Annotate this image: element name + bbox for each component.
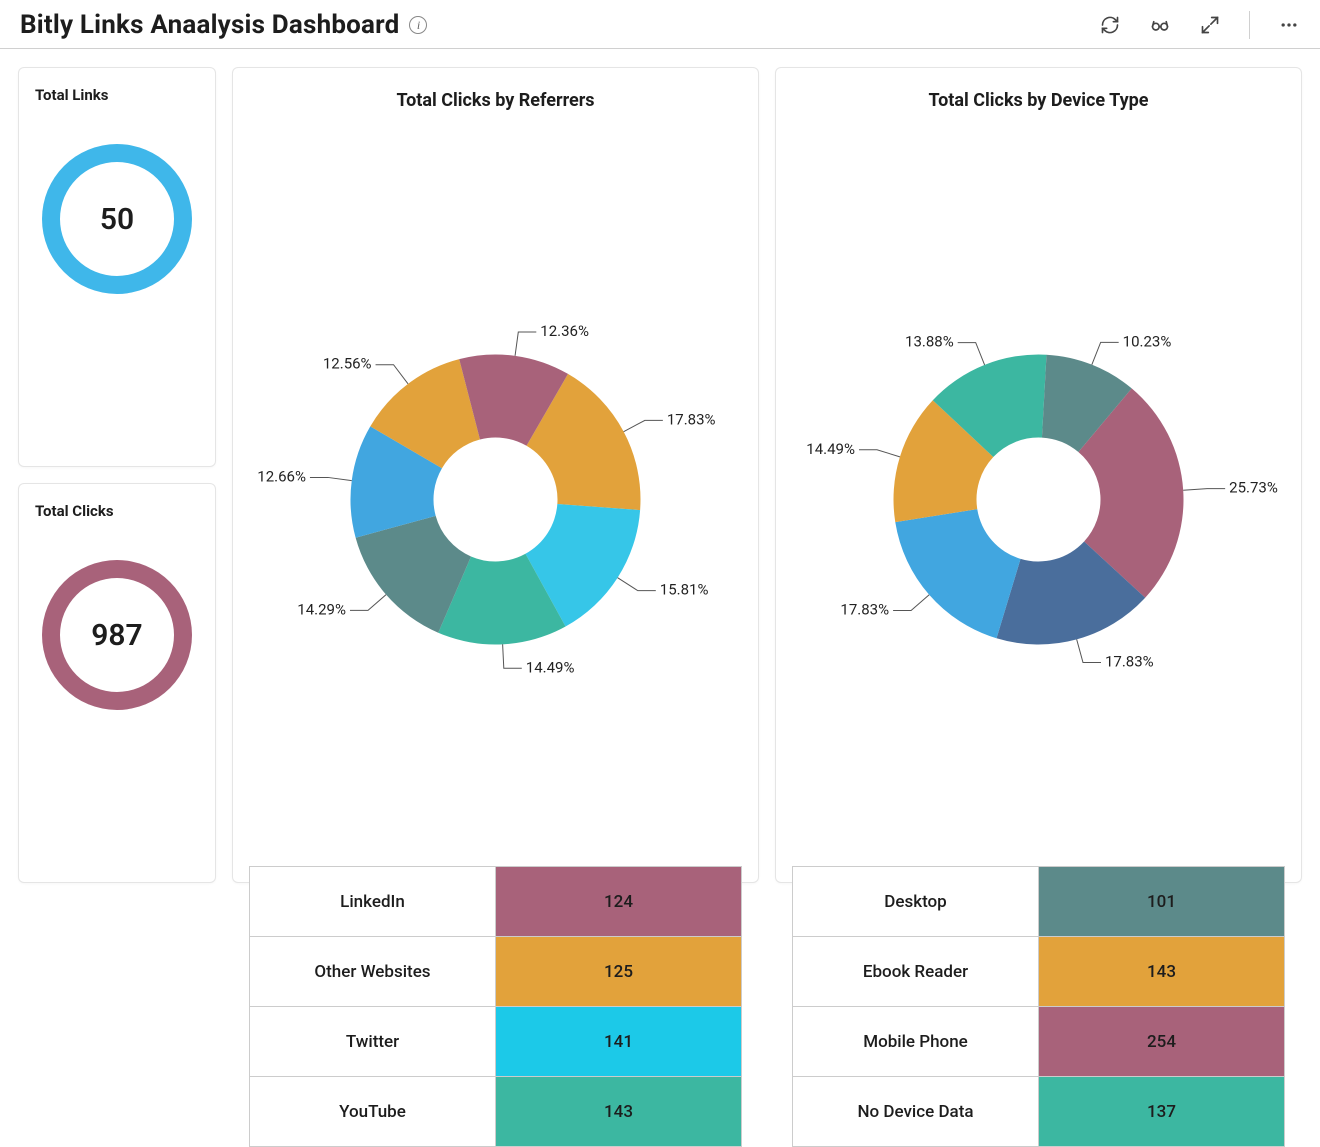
slice-label: 17.83% — [667, 410, 716, 428]
row-name: YouTube — [250, 1077, 496, 1147]
kpi-total-links[interactable]: Total Links 50 — [18, 67, 216, 467]
slice-label: 10.23% — [1123, 332, 1172, 350]
kpi-title: Total Clicks — [35, 502, 199, 520]
row-name: Twitter — [250, 1007, 496, 1077]
slice-label: 14.49% — [526, 658, 575, 676]
slice-label: 13.88% — [905, 333, 954, 351]
table-row[interactable]: Ebook Reader143 — [793, 937, 1285, 1007]
kpi-value: 50 — [100, 202, 134, 237]
row-value: 141 — [496, 1007, 742, 1077]
kpi-gauge-clicks: 987 — [42, 560, 192, 710]
more-icon[interactable] — [1278, 14, 1300, 36]
row-name: No Device Data — [793, 1077, 1039, 1147]
kpi-gauge-links: 50 — [42, 144, 192, 294]
chart-title: Total Clicks by Referrers — [249, 90, 742, 111]
slice-label: 17.83% — [1105, 653, 1154, 671]
table-row[interactable]: YouTube143 — [250, 1077, 742, 1147]
table-referrers: LinkedIn124Other Websites125Twitter141Yo… — [249, 866, 742, 1147]
glasses-icon[interactable] — [1149, 14, 1171, 36]
row-name: Other Websites — [250, 937, 496, 1007]
table-row[interactable]: No Device Data137 — [793, 1077, 1285, 1147]
row-value: 125 — [496, 937, 742, 1007]
chart-referrers[interactable]: Total Clicks by Referrers 17.83% 15.81% 14… — [232, 67, 759, 883]
page-title: Bitly Links Anaalysis Dashboard — [20, 10, 399, 40]
slice-label: 12.66% — [257, 467, 306, 485]
slice-label: 12.56% — [323, 355, 372, 373]
row-value: 143 — [496, 1077, 742, 1147]
table-device: Desktop101Ebook Reader143Mobile Phone254… — [792, 866, 1285, 1147]
row-value: 254 — [1039, 1007, 1285, 1077]
row-value: 137 — [1039, 1077, 1285, 1147]
table-row[interactable]: Mobile Phone254 — [793, 1007, 1285, 1077]
toolbar — [1099, 11, 1300, 39]
slice-label: 14.29% — [297, 600, 346, 618]
row-name: Ebook Reader — [793, 937, 1039, 1007]
donut-referrers: 17.83% 15.81% 14.49% 14.29% 12.66% 12.56% 12.3… — [249, 121, 742, 858]
table-row[interactable]: Other Websites125 — [250, 937, 742, 1007]
expand-icon[interactable] — [1199, 14, 1221, 36]
kpi-title: Total Links — [35, 86, 199, 104]
chart-device[interactable]: Total Clicks by Device Type 25.73% 17.83%… — [775, 67, 1302, 883]
refresh-icon[interactable] — [1099, 14, 1121, 36]
table-row[interactable]: Twitter141 — [250, 1007, 742, 1077]
slice-label: 25.73% — [1229, 479, 1278, 497]
kpi-value: 987 — [91, 618, 142, 653]
kpi-total-clicks[interactable]: Total Clicks 987 — [18, 483, 216, 883]
slice-label: 14.49% — [806, 440, 855, 458]
row-value: 143 — [1039, 937, 1285, 1007]
chart-title: Total Clicks by Device Type — [792, 90, 1285, 111]
donut-slice[interactable] — [895, 509, 1020, 638]
slice-label: 17.83% — [840, 601, 889, 619]
slice-label: 12.36% — [540, 322, 589, 340]
info-icon[interactable]: i — [409, 16, 427, 34]
dashboard-header: Bitly Links Anaalysis Dashboard i — [0, 0, 1320, 49]
row-name: Mobile Phone — [793, 1007, 1039, 1077]
slice-label: 15.81% — [660, 581, 709, 599]
donut-device: 25.73% 17.83% 17.83% 14.49% 13.88% 10.23% — [792, 121, 1285, 858]
toolbar-divider — [1249, 11, 1250, 39]
